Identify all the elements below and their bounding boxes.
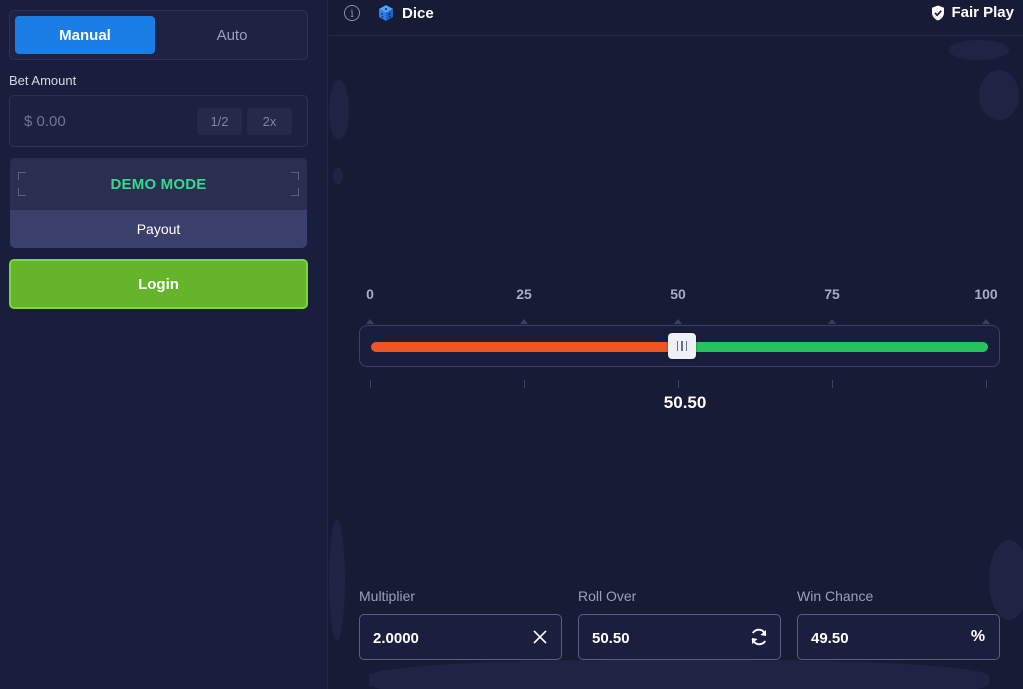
tick-caret xyxy=(674,319,682,324)
tab-manual[interactable]: Manual xyxy=(15,16,155,54)
payout-button[interactable]: Payout xyxy=(10,210,307,248)
multiplier-field xyxy=(359,614,562,660)
tick-line xyxy=(832,380,833,388)
frame-corner-icon xyxy=(291,172,299,180)
multiplier-input[interactable] xyxy=(373,627,523,649)
roll-slider[interactable] xyxy=(359,325,1000,367)
multiplier-label: Multiplier xyxy=(359,588,416,604)
frame-corner-icon xyxy=(291,188,299,196)
mode-tabs: Manual Auto xyxy=(9,10,308,60)
demo-mode-title: DEMO MODE xyxy=(110,175,207,193)
info-icon[interactable]: i xyxy=(344,5,360,21)
fair-play-label: Fair Play xyxy=(951,4,1014,21)
tick-caret xyxy=(828,319,836,324)
win-chance-input[interactable] xyxy=(811,627,961,649)
game-area: i Dice Fair Play 0 25 50 75 100 50.50 Mu… xyxy=(329,0,1023,689)
background-splash xyxy=(329,520,345,640)
tick-line xyxy=(370,380,371,388)
frame-corner-icon xyxy=(18,172,26,180)
refresh-icon[interactable] xyxy=(749,627,769,647)
game-header: i Dice Fair Play xyxy=(329,0,1023,36)
tick-line xyxy=(524,380,525,388)
bet-amount-label: Bet Amount xyxy=(9,73,77,88)
tick-label: 100 xyxy=(974,286,998,302)
tick-label: 75 xyxy=(824,286,840,302)
tick-caret xyxy=(366,319,374,324)
bet-amount-input[interactable] xyxy=(24,110,194,132)
win-chance-field: % xyxy=(797,614,1000,660)
background-splash xyxy=(333,168,343,184)
background-splash xyxy=(329,80,349,140)
background-splash xyxy=(369,660,989,689)
tab-auto[interactable]: Auto xyxy=(162,16,302,54)
slider-handle[interactable] xyxy=(668,333,697,359)
demo-mode-card: DEMO MODE Payout xyxy=(10,158,307,248)
background-splash xyxy=(949,40,1009,60)
control-panel: Manual Auto Bet Amount 1/2 2x DEMO MODE … xyxy=(0,0,328,689)
slider-track-under xyxy=(371,342,683,352)
demo-mode-banner: DEMO MODE xyxy=(10,158,307,210)
tick-line xyxy=(986,380,987,388)
tick-label: 0 xyxy=(366,286,374,302)
fair-play-button[interactable]: Fair Play xyxy=(931,4,1014,21)
percent-icon: % xyxy=(970,628,986,645)
double-bet-button[interactable]: 2x xyxy=(247,108,292,135)
background-splash xyxy=(979,70,1019,120)
frame-corner-icon xyxy=(18,188,26,196)
roll-over-label: Roll Over xyxy=(578,588,637,604)
slider-value: 50.50 xyxy=(663,393,707,412)
dice-icon xyxy=(379,5,393,21)
roll-over-input[interactable] xyxy=(592,627,742,649)
login-button[interactable]: Login xyxy=(9,259,308,309)
slider-track-over xyxy=(682,342,988,352)
close-icon[interactable] xyxy=(530,627,550,647)
tick-caret xyxy=(520,319,528,324)
tick-line xyxy=(678,380,679,388)
game-title: Dice xyxy=(402,5,434,22)
tick-label: 25 xyxy=(516,286,532,302)
tick-label: 50 xyxy=(670,286,686,302)
win-chance-label: Win Chance xyxy=(797,588,874,604)
half-bet-button[interactable]: 1/2 xyxy=(197,108,242,135)
tick-caret xyxy=(982,319,990,324)
roll-over-field xyxy=(578,614,781,660)
background-splash xyxy=(989,540,1023,620)
shield-check-icon xyxy=(932,5,945,20)
bet-amount-box: 1/2 2x xyxy=(9,95,308,147)
